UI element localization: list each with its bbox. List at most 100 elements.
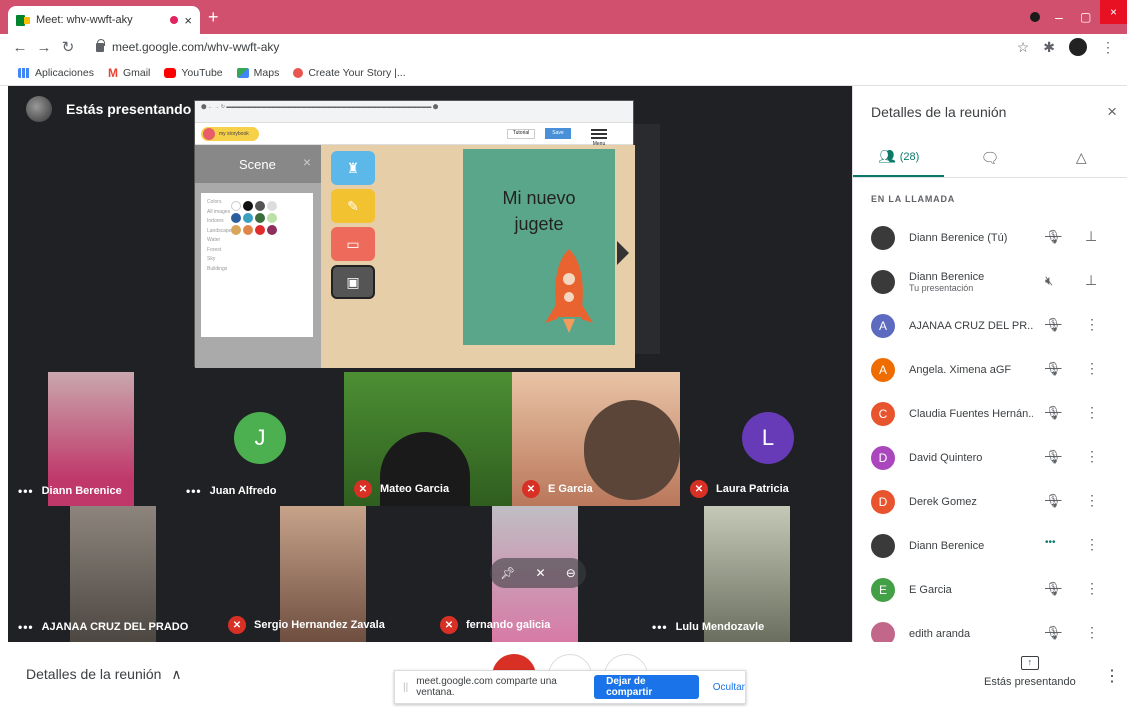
mic-off-icon[interactable]: 🎙︎ [1045,449,1062,465]
more-options-icon[interactable]: ⋮ [1085,536,1099,553]
participant-tile-sergio[interactable]: ✕ Sergio Hernandez Zavala [218,506,430,642]
extensions-puzzle-icon[interactable]: ✱ [1043,39,1055,56]
participant-tile-lulu[interactable]: ••• Lulu Mendozavle [642,506,852,642]
bookmark-star-icon[interactable]: ☆ [1017,39,1030,56]
bookmark-maps[interactable]: Maps [236,67,279,79]
pin-icon[interactable]: ⊥ [1085,228,1097,245]
more-options-icon[interactable]: ⋮ [1085,448,1099,465]
list-item[interactable]: D David Quintero 🎙︎ ⋮ [853,436,1127,480]
mic-off-icon[interactable]: 🎙︎ [1045,405,1062,421]
participant-tile-juan[interactable]: J ••• Juan Alfredo [176,372,344,506]
screen-share-view[interactable]: ⬤ ← → ↻ ▬▬▬▬▬▬▬▬▬▬▬▬▬▬▬▬▬▬▬▬▬▬▬▬▬▬▬▬▬▬▬▬… [194,100,635,368]
browser-toolbar: ← → ↻ meet.google.com/whv-wwft-aky ☆ ✱ ⋮ [0,34,1127,60]
participant-tile-diann[interactable]: ••• Diann Berenice [8,372,176,506]
browser-menu-icon[interactable]: ⋮ [1101,39,1115,56]
avatar: D [871,490,895,514]
character-tool-icon: ♜ [331,151,375,185]
mic-off-icon[interactable]: 🎙︎ [1045,625,1062,641]
address-bar[interactable]: meet.google.com/whv-wwft-aky [92,36,1052,58]
close-icon[interactable]: × [1107,102,1117,122]
mic-off-icon[interactable]: 🎙︎ [1045,361,1062,377]
mic-off-icon[interactable]: ✕ [536,566,546,580]
bookmark-label: Gmail [122,66,151,79]
next-page-arrow-icon [617,241,629,265]
meeting-details-toggle[interactable]: Detalles de la reunión ∧ [26,666,182,683]
bookmark-create-your-story[interactable]: Create Your Story |... [293,66,406,79]
participant-name: ✕ Sergio Hernandez Zavala [228,616,385,634]
bookmark-label: Create Your Story |... [308,66,406,79]
bookmark-youtube[interactable]: YouTube [164,67,223,79]
list-item[interactable]: Diann Berenice Tu presentación 🔇︎ ⊥ [853,260,1127,304]
avatar [871,270,895,294]
participant-name-text: Claudia Fuentes Hernán... [909,408,1033,420]
chat-icon: 🗨︎ [980,149,1000,167]
mic-off-icon[interactable]: 🎙︎ [1045,581,1062,597]
presenting-indicator: Estás presentando [26,96,191,122]
list-item[interactable]: Diann Berenice ••• ⋮ [853,524,1127,568]
profile-avatar-icon[interactable] [1069,38,1087,56]
tab-chat[interactable]: 🗨︎ [944,138,1035,177]
avatar: L [742,412,794,464]
reload-icon[interactable]: ↻ [56,38,80,56]
back-arrow-icon[interactable]: ← [8,39,32,56]
participant-name-text: Diann Berenice (Tú) [909,232,1008,244]
participant-tile-egarcia[interactable]: ✕ E Garcia [512,372,680,506]
participant-name: edith aranda [909,628,1033,640]
more-options-icon[interactable]: ⋮ [1085,580,1099,597]
presenting-button[interactable]: ↑ Estás presentando [984,656,1076,688]
sound-off-icon[interactable]: 🔇︎ [1045,273,1053,289]
mic-off-icon[interactable]: 🎙︎ [1045,493,1062,509]
more-options-icon[interactable]: ⋮ [1085,404,1099,421]
participant-tile-ajanaa[interactable]: ••• AJANAA CRUZ DEL PRADO [8,506,218,642]
tab-activities[interactable]: △ [1036,138,1127,177]
more-options-icon[interactable]: ⋮ [1085,316,1099,333]
speaking-dots-icon: ••• [652,620,668,634]
panel-title: Detalles de la reunión [871,104,1007,120]
pin-icon[interactable]: ⊥ [1085,272,1097,289]
tab-close-button[interactable]: × [184,13,192,28]
apps-grid-icon [18,67,30,78]
more-options-icon[interactable]: ⋮ [1085,360,1099,377]
pin-icon[interactable]: 📌︎ [500,566,515,580]
more-options-icon[interactable]: ⋮ [1104,666,1120,686]
participant-tile-mateo[interactable]: ✕ Mateo Garcia [344,372,512,506]
stop-sharing-button[interactable]: Dejar de compartir [594,675,699,699]
people-count: (28) [899,150,920,163]
mic-off-icon[interactable]: 🎙︎ [1045,229,1062,245]
list-item[interactable]: Diann Berenice (Tú) 🎙︎ ⊥ [853,216,1127,260]
remove-icon[interactable]: ⊖ [566,566,576,580]
window-close-button[interactable]: × [1100,0,1127,24]
storybook-title: my storybook [201,127,259,141]
tab-people[interactable]: 👥︎ (28) [853,138,945,177]
recording-indicator-icon [170,16,179,24]
speaking-dots-icon[interactable]: ••• [1045,537,1056,548]
lock-icon [96,38,105,52]
mic-off-icon: ✕ [522,480,540,498]
gmail-icon: M [107,65,118,80]
list-item[interactable]: C Claudia Fuentes Hernán... 🎙︎ ⋮ [853,392,1127,436]
maps-icon [236,67,249,78]
list-item[interactable]: D Derek Gomez 🎙︎ ⋮ [853,480,1127,524]
participant-name: Diann Berenice Tu presentación [909,271,1033,293]
window-maximize-button[interactable]: ▢ [1080,6,1091,28]
window-minimize-button[interactable]: – [1055,6,1063,28]
bookmark-label: Aplicaciones [35,66,94,79]
hide-button[interactable]: Ocultar [713,682,745,693]
browser-tab[interactable]: Meet: whv-wwft-aky × [8,6,200,34]
speaking-dots-icon: ••• [186,484,202,498]
mic-off-icon[interactable]: 🎙︎ [1045,317,1062,333]
bookmark-apps[interactable]: Aplicaciones [18,67,94,79]
profile-icon[interactable] [1030,12,1040,22]
drag-handle-icon[interactable]: || [403,682,408,693]
more-options-icon[interactable]: ⋮ [1085,624,1099,641]
speech-bubble-tool-icon: ▭ [331,227,375,261]
list-item[interactable]: E E Garcia 🎙︎ ⋮ [853,568,1127,612]
save-button: Save [545,128,571,139]
more-options-icon[interactable]: ⋮ [1085,492,1099,509]
bookmark-gmail[interactable]: M Gmail [108,66,150,80]
participant-tile-laura[interactable]: L ✕ Laura Patricia [680,372,852,506]
list-item[interactable]: A Angela. Ximena aGF 🎙︎ ⋮ [853,348,1127,392]
new-tab-button[interactable]: + [208,7,219,27]
forward-arrow-icon[interactable]: → [32,39,56,56]
list-item[interactable]: A AJANAA CRUZ DEL PR... 🎙︎ ⋮ [853,304,1127,348]
